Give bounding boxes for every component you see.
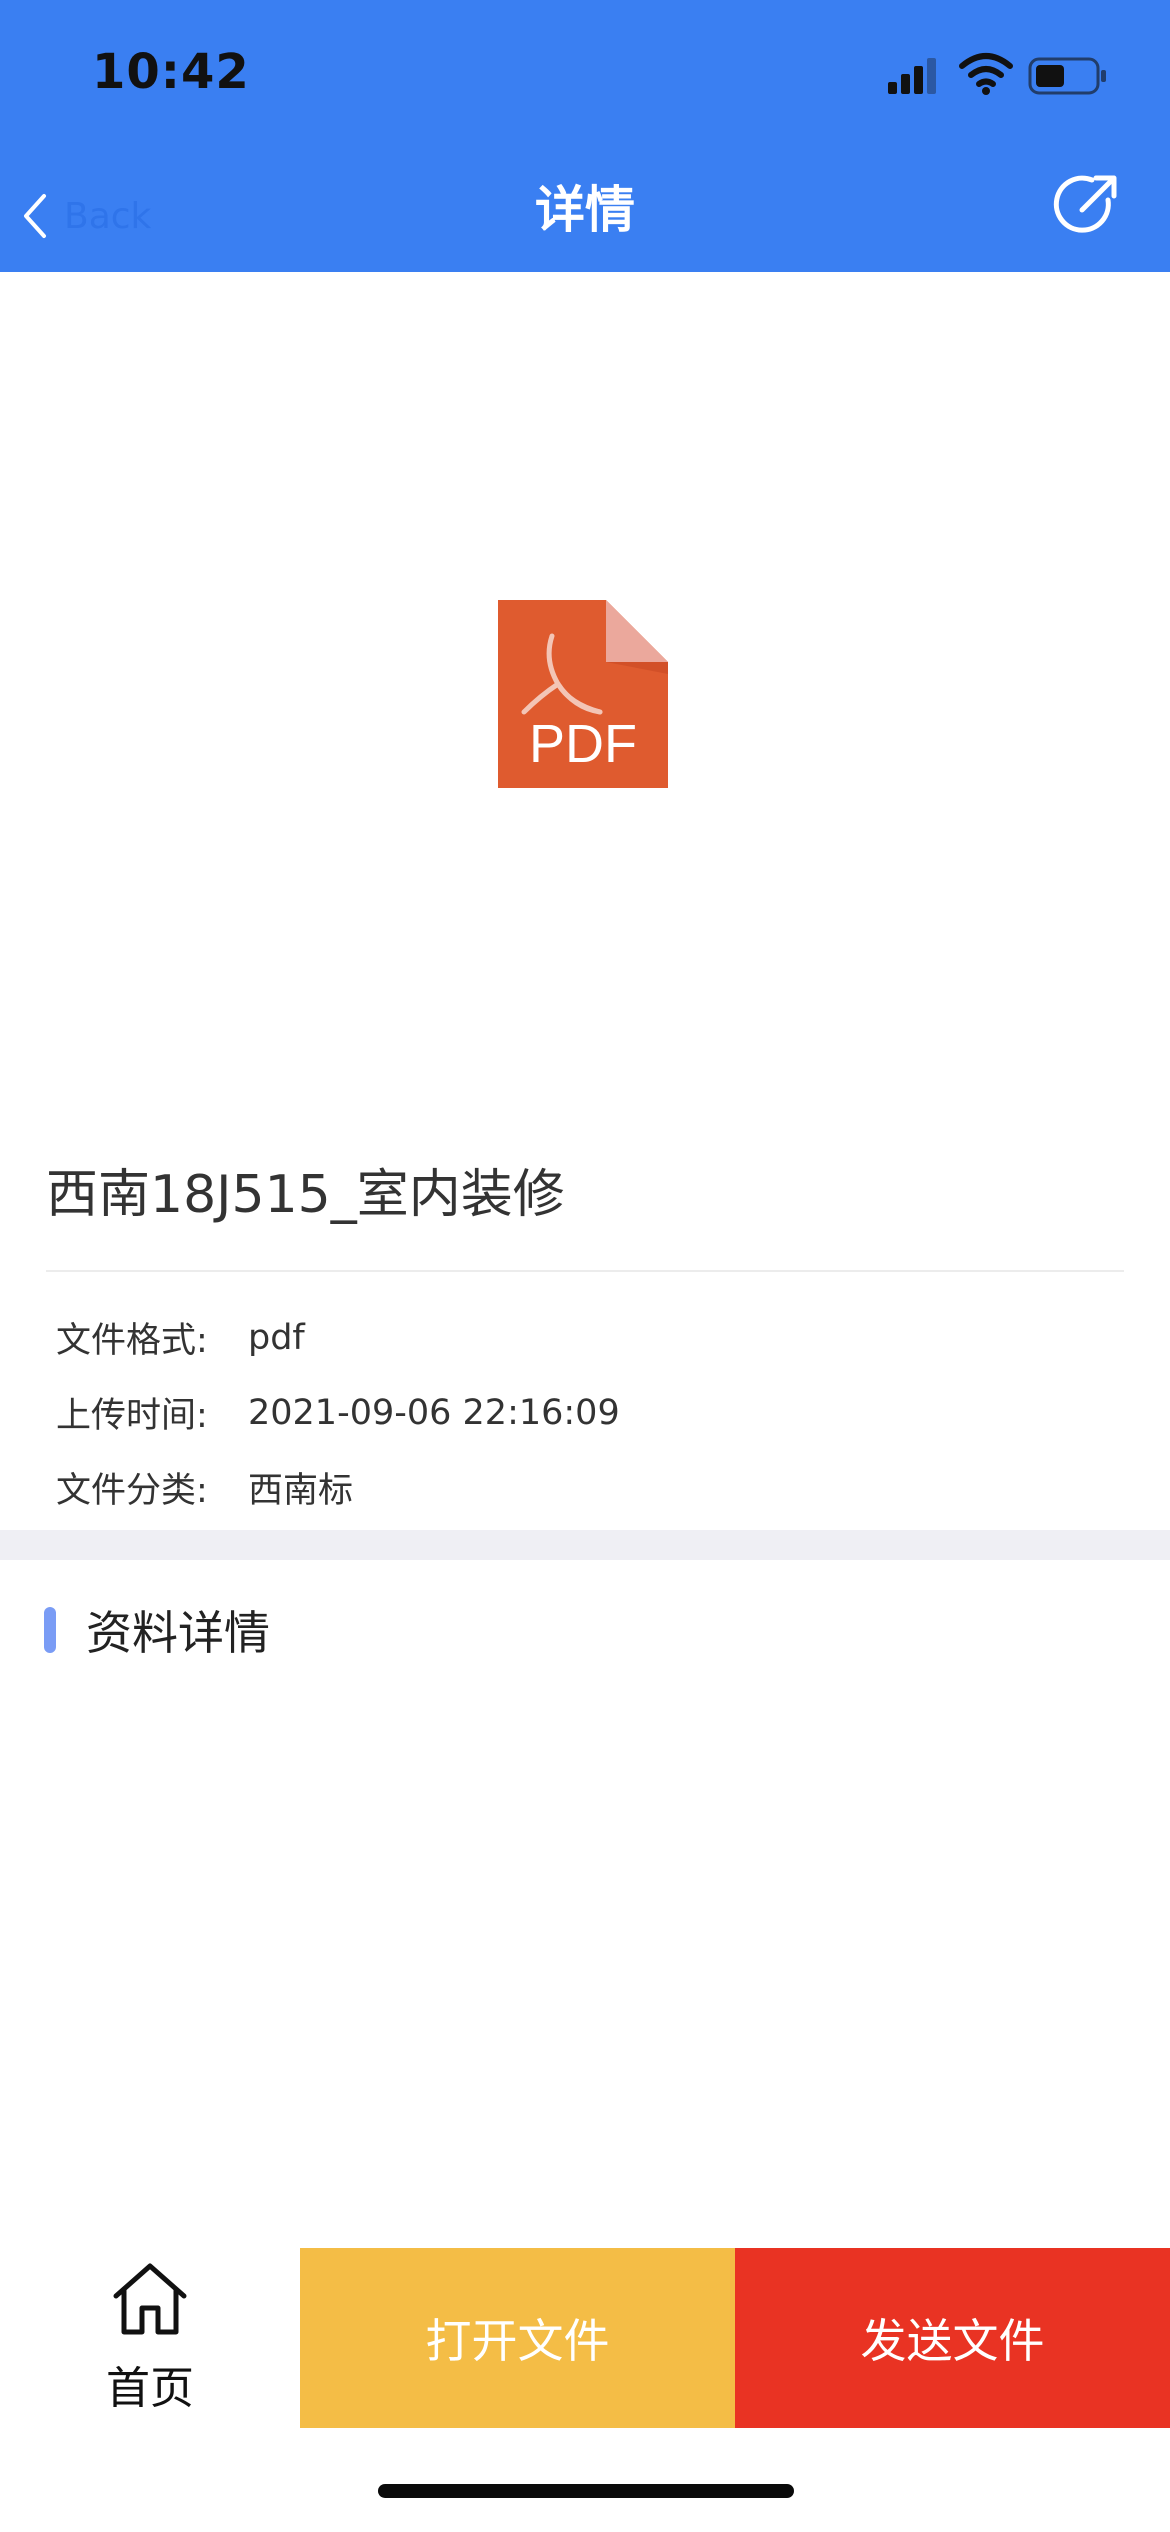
meta-value: 西南标 bbox=[248, 1471, 354, 1511]
meta-row-format: 文件格式: pdf bbox=[56, 1300, 1056, 1375]
document-meta: 文件格式: pdf 上传时间: 2021-09-06 22:16:09 文件分类… bbox=[56, 1300, 1056, 1525]
wifi-icon bbox=[959, 53, 1013, 95]
home-indicator bbox=[378, 2484, 794, 2498]
section-accent-bar bbox=[44, 1607, 56, 1653]
divider bbox=[46, 1270, 1124, 1272]
meta-row-upload-time: 上传时间: 2021-09-06 22:16:09 bbox=[56, 1375, 1056, 1450]
home-tab[interactable]: 首页 bbox=[0, 2248, 300, 2428]
section-title: 资料详情 bbox=[86, 1606, 270, 1660]
home-label: 首页 bbox=[106, 2363, 194, 2414]
pdf-file-icon: PDF bbox=[498, 600, 668, 788]
meta-row-category: 文件分类: 西南标 bbox=[56, 1450, 1056, 1525]
meta-key: 文件分类: bbox=[56, 1471, 208, 1511]
page-title: 详情 bbox=[535, 181, 635, 239]
meta-key: 文件格式: bbox=[56, 1321, 208, 1361]
bottom-bar: 首页 打开文件 发送文件 bbox=[0, 2248, 1170, 2428]
open-file-button[interactable]: 打开文件 bbox=[300, 2248, 735, 2428]
signal-icon bbox=[888, 58, 936, 94]
status-icons bbox=[888, 50, 1118, 100]
meta-value: pdf bbox=[248, 1317, 305, 1358]
meta-value: 2021-09-06 22:16:09 bbox=[248, 1392, 620, 1433]
send-file-button[interactable]: 发送文件 bbox=[735, 2248, 1170, 2428]
screen: 10:42 Back 详情 PDF 西南18J515_室内装修 文件格式: pd… bbox=[0, 0, 1170, 2532]
home-icon bbox=[113, 2263, 187, 2335]
header: 10:42 Back 详情 bbox=[0, 0, 1170, 272]
pdf-badge-text: PDF bbox=[529, 714, 637, 774]
status-time: 10:42 bbox=[92, 44, 250, 100]
share-icon[interactable] bbox=[1052, 170, 1122, 240]
section-separator bbox=[0, 1530, 1170, 1560]
section-header: 资料详情 bbox=[44, 1600, 270, 1660]
battery-icon bbox=[1028, 57, 1106, 95]
meta-key: 上传时间: bbox=[56, 1396, 208, 1436]
document-title: 西南18J515_室内装修 bbox=[46, 1165, 565, 1225]
